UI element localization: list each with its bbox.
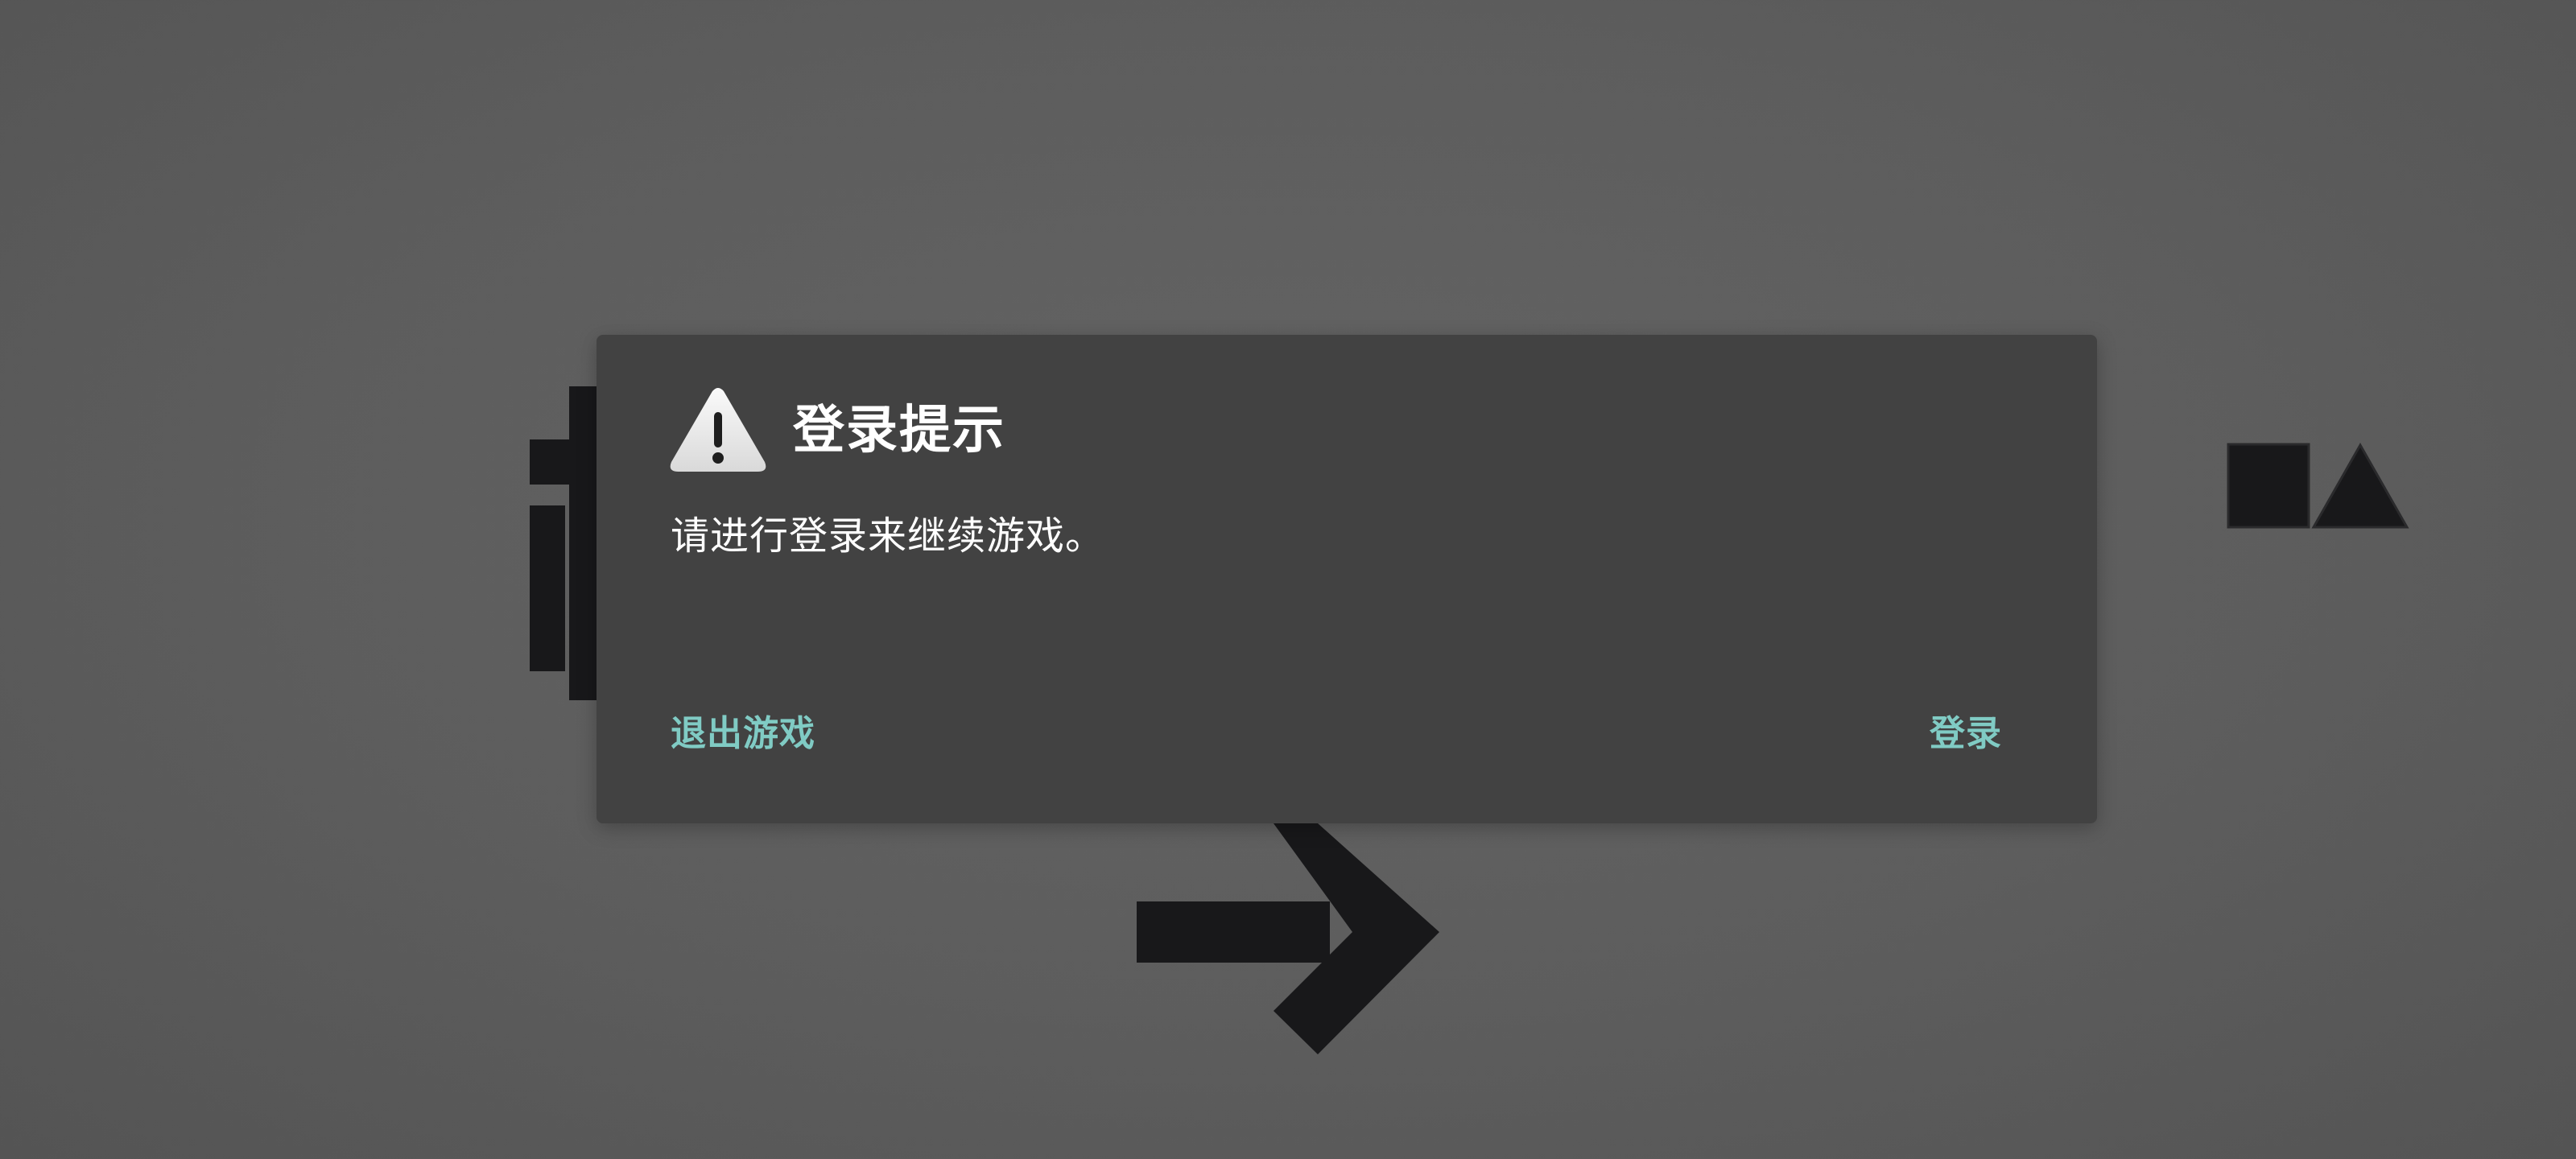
login-dialog: 登录提示 请进行登录来继续游戏。 退出游戏 登录 (597, 335, 2097, 823)
dialog-header: 登录提示 (669, 386, 1005, 475)
warning-icon (670, 388, 766, 472)
dialog-title: 登录提示 (793, 401, 1005, 460)
exit-game-button[interactable]: 退出游戏 (671, 713, 815, 756)
dialog-message: 请进行登录来继续游戏。 (671, 514, 1105, 559)
login-button[interactable]: 登录 (1930, 713, 2002, 756)
